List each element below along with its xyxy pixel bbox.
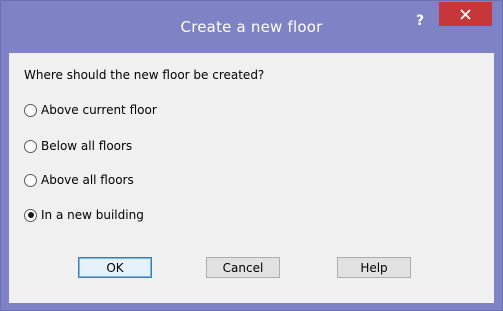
radio-label[interactable]: Above current floor xyxy=(41,103,157,117)
prompt-label: Where should the new floor be created? xyxy=(24,68,265,82)
cancel-button[interactable]: Cancel xyxy=(206,257,280,278)
close-button[interactable] xyxy=(439,2,492,26)
dialog-body: Where should the new floor be created? A… xyxy=(9,53,494,303)
help-button[interactable]: Help xyxy=(337,257,411,278)
radio-circle-icon[interactable] xyxy=(24,103,37,117)
radio-label[interactable]: In a new building xyxy=(41,208,144,222)
radio-above-all-floors[interactable]: Above all floors xyxy=(24,173,134,187)
radio-selected-icon[interactable] xyxy=(24,208,37,222)
radio-dot-icon xyxy=(27,212,34,218)
radio-in-a-new-building[interactable]: In a new building xyxy=(24,208,144,222)
radio-label[interactable]: Below all floors xyxy=(41,139,132,153)
radio-circle-icon[interactable] xyxy=(24,173,37,187)
title-bar[interactable]: Create a new floor ? xyxy=(1,1,502,53)
radio-circle-icon[interactable] xyxy=(24,139,37,153)
help-title-button[interactable]: ? xyxy=(410,11,430,31)
ok-button[interactable]: OK xyxy=(78,257,152,278)
close-icon xyxy=(460,8,471,20)
dialog-window: Create a new floor ? Where should the ne… xyxy=(0,0,503,311)
radio-below-all-floors[interactable]: Below all floors xyxy=(24,139,132,153)
radio-label[interactable]: Above all floors xyxy=(41,173,134,187)
radio-above-current-floor[interactable]: Above current floor xyxy=(24,103,157,117)
